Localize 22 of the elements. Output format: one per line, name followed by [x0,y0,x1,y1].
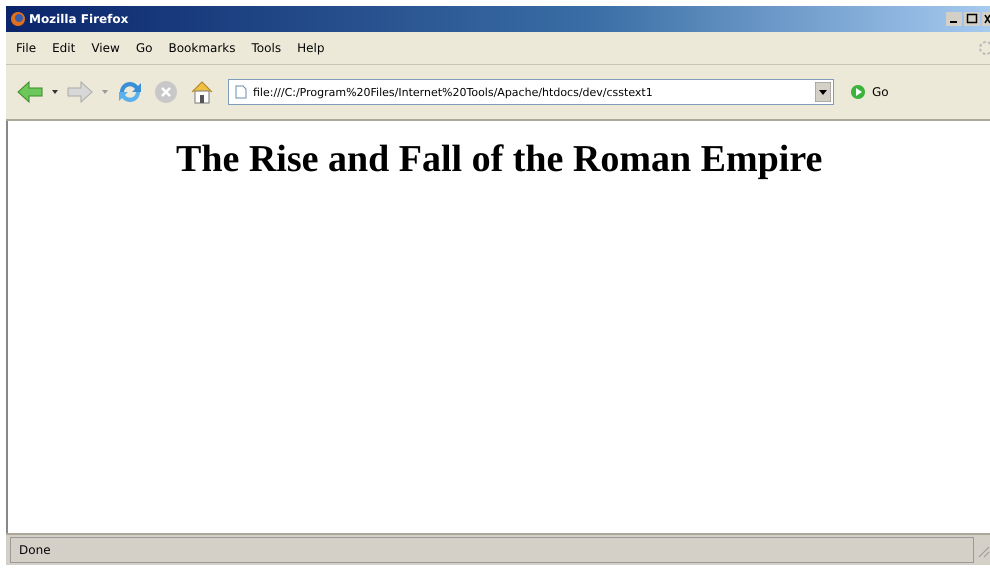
globe-icon [10,11,26,27]
menu-item[interactable]: Go [136,41,152,55]
menu-item[interactable]: Tools [252,41,282,55]
page-heading: The Rise and Fall of the Roman Empire [176,137,822,181]
go-button[interactable]: Go [842,84,889,100]
dropdown-button-icon[interactable] [815,82,831,102]
status-bar: Done [10,537,974,563]
menu-item[interactable]: View [91,41,120,55]
play-icon [850,84,866,100]
window-title: Mozilla Firefox [29,12,130,26]
menu-item[interactable]: Help [297,41,324,55]
minimize-icon[interactable] [946,12,962,26]
close-icon[interactable] [982,12,990,26]
dropdown-arrow-icon[interactable] [52,90,58,94]
menu-item[interactable]: File [16,41,36,55]
address-field[interactable]: file:///C:/Program%20Files/Internet%20Tools/Apache/htdocs/dev/csstext1 [228,79,834,105]
maximize-icon[interactable] [964,12,980,26]
throbber-icon [978,40,990,56]
page-icon [235,85,247,99]
menu-item[interactable]: Bookmarks [168,41,236,55]
back-arrow-icon[interactable] [16,78,44,106]
menu-item[interactable]: Edit [52,41,76,55]
